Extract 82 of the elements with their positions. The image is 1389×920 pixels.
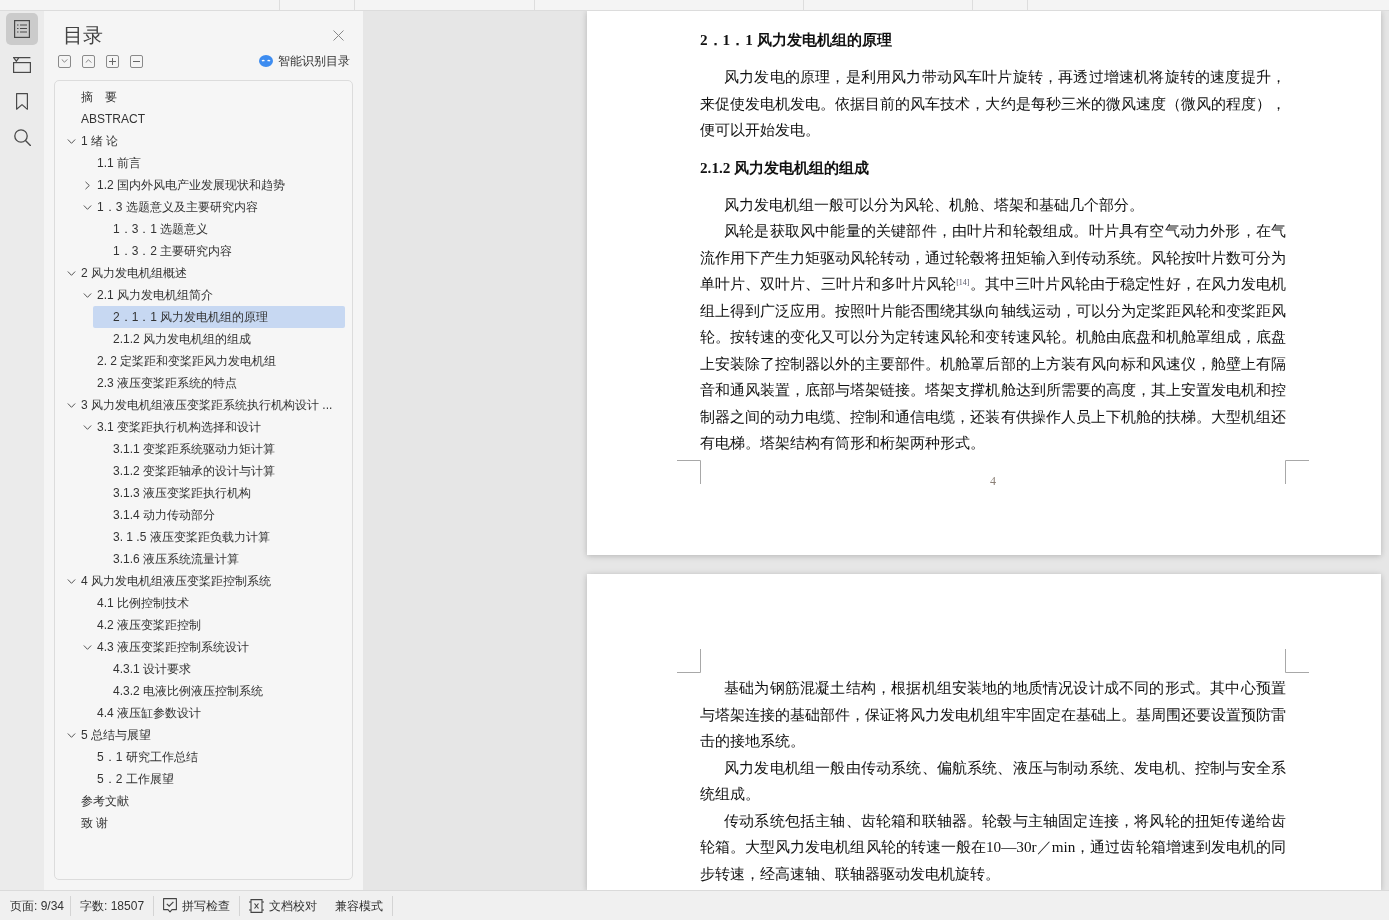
- toc-item[interactable]: 2.1 风力发电机组简介: [77, 284, 345, 306]
- toc-item[interactable]: 4.1 比例控制技术: [77, 592, 345, 614]
- toc-item[interactable]: 3.1.1 变桨距系统驱动力矩计算: [93, 438, 345, 460]
- corner-mark-icon: [1285, 460, 1309, 484]
- body-paragraph: 风力发电的原理，是利用风力带动风车叶片旋转，再透过增速机将旋转的速度提升，来促使发电机发电。依据目前的风车技术，大约是每秒三米的微风速度（微风的程度），便可以开始发电。: [700, 67, 1286, 140]
- toolbar-button[interactable]: [58, 54, 71, 68]
- corner-mark-icon: [1285, 649, 1309, 673]
- plus-icon: [109, 57, 116, 65]
- panel-title: 目录: [63, 23, 103, 47]
- toc-item[interactable]: 4.2 液压变桨距控制: [77, 614, 345, 636]
- body-paragraph: 风轮是获取风中能量的关键部件，由叶片和轮毂组成。叶片具有空气动力外形，在气流作用下产生力矩驱动风轮转动，通过轮毂将扭矩输入到传动系统。风轮按叶片数可分为单叶片、双叶片、三叶片和多叶片风轮$^{[14]}$。其中三叶片风轮由于稳定性好，在风力发电机组上得到广泛应用。按照叶片能否围绕其纵向轴线运动，可以分为定桨距风轮和变桨距风轮。按转速的变化又可以分为定转速风轮和变转速风轮。机舱由底盘和机舱罩组成，底盘上安装除了控制器以外的主要部件。机舱罩后部的上方装有风向标和风速仪，舱壁上有隔音和通风装置，底部与塔架链接。塔架支撑机舱达到所需要的高度，其上安置发电机和控制器之间的动力电缆、控制和通信电缆，还装有供操作人员上下机舱的扶梯。大型机组还有电梯。塔架结构有筒形和桁架两种形式。: [700, 221, 1286, 453]
- toc-item[interactable]: 3.1.3 液压变桨距执行机构: [93, 482, 345, 504]
- chevron-right-icon[interactable]: [84, 180, 90, 190]
- body-paragraph: 风力发电机组一般可以分为风轮、机舱、塔架和基础几个部分。: [723, 194, 1145, 215]
- toc-item[interactable]: 4.3 液压变桨距控制系统设计: [77, 636, 345, 658]
- toc-item[interactable]: 1.1 前言: [77, 152, 345, 174]
- body-paragraph: 基础为钢筋混凝土结构，根据机组安装地的地质情况设计成不同的形式。其中心预置与塔架连接的基础部件，保证将风力发电机组牢牢固定在基础上。基周围还要设置预防雷击的接地系统。: [700, 678, 1286, 751]
- section-heading: 2.1.2 风力发电机组的组成: [700, 157, 871, 178]
- body-paragraph: 风力发电机组一般由传动系统、偏航系统、液压与制动系统、发电机、控制与安全系统组成。: [700, 757, 1286, 804]
- toc-item[interactable]: 3. 1 .5 液压变桨距负载力计算: [93, 526, 345, 548]
- toc-item[interactable]: 3.1 变桨距执行机构选择和设计: [77, 416, 345, 438]
- toc-item[interactable]: 4.3.2 电液比例液压控制系统: [93, 680, 345, 702]
- chevron-down-icon[interactable]: [66, 402, 76, 408]
- minus-icon: [133, 60, 140, 62]
- close-icon: [332, 29, 344, 41]
- toc-item[interactable]: 3 风力发电机组液压变桨距系统执行机构设计 ...: [61, 394, 345, 416]
- sidebar-tab[interactable]: [6, 13, 38, 45]
- status-bar-button[interactable]: 文档校对: [240, 892, 327, 919]
- toc-item[interactable]: ABSTRACT: [61, 108, 345, 130]
- toc-item[interactable]: 2 风力发电机组概述: [61, 262, 345, 284]
- toc-item[interactable]: 1．3 选题意义及主要研究内容: [77, 196, 345, 218]
- toc-item[interactable]: 5．2 工作展望: [77, 768, 345, 790]
- toc-item[interactable]: 2. 2 定桨距和变桨距风力发电机组: [77, 350, 345, 372]
- toc-item[interactable]: 1．3．1 选题意义: [93, 218, 345, 240]
- status-bar-button[interactable]: 兼容模式: [326, 892, 393, 919]
- chevron-down-icon[interactable]: [66, 138, 76, 144]
- chevron-down-icon[interactable]: [82, 424, 92, 430]
- x-box-icon: [249, 898, 265, 913]
- corner-mark-icon: [677, 649, 701, 673]
- toolbar-button[interactable]: [106, 54, 119, 68]
- toc-item[interactable]: 参考文献: [61, 790, 345, 812]
- smart-toc-button[interactable]: 智能识别目录: [259, 52, 350, 70]
- bookmark-icon: [16, 92, 28, 110]
- toc-item[interactable]: 2.3 液压变桨距系统的特点: [77, 372, 345, 394]
- chevron-down-icon[interactable]: [66, 732, 76, 738]
- toc-item[interactable]: 4.3.1 设计要求: [93, 658, 345, 680]
- toc-item[interactable]: 2．1．1 风力发电机组的原理: [93, 306, 345, 328]
- page-indicator: 页面: 9/34: [9, 897, 66, 915]
- toc-item[interactable]: 1.2 国内外风电产业发展现状和趋势: [77, 174, 345, 196]
- chevron-up-icon: [85, 59, 92, 63]
- mascot-icon: [259, 55, 273, 67]
- chevron-down-icon: [61, 59, 68, 63]
- chevron-down-icon[interactable]: [82, 204, 92, 210]
- page-number: 4: [990, 474, 996, 488]
- status-bar-button[interactable]: 拼写检查: [154, 892, 240, 919]
- section-heading: 2．1．1 风力发电机组的原理: [700, 30, 893, 50]
- word-count: 字数: 18507: [79, 897, 146, 915]
- corner-mark-icon: [677, 460, 701, 484]
- toc-item[interactable]: 摘 要: [61, 86, 345, 108]
- toc-item[interactable]: 1．3．2 主要研究内容: [93, 240, 345, 262]
- folder-icon: [13, 57, 31, 73]
- search-icon: [13, 128, 31, 146]
- check-box-icon: [163, 898, 178, 913]
- toc-item[interactable]: 致 谢: [61, 812, 345, 834]
- chevron-down-icon[interactable]: [82, 292, 92, 298]
- toc-item[interactable]: 3.1.6 液压系统流量计算: [93, 548, 345, 570]
- document-list-icon: [14, 20, 30, 38]
- toc-item[interactable]: 3.1.2 变桨距轴承的设计与计算: [93, 460, 345, 482]
- toc-item[interactable]: 1 绪 论: [61, 130, 345, 152]
- toc-item[interactable]: 3.1.4 动力传动部分: [93, 504, 345, 526]
- close-button[interactable]: [331, 28, 345, 42]
- chevron-down-icon[interactable]: [66, 270, 76, 276]
- toc-item[interactable]: 4.4 液压缸参数设计: [77, 702, 345, 724]
- toc-item[interactable]: 4 风力发电机组液压变桨距控制系统: [61, 570, 345, 592]
- chevron-down-icon[interactable]: [66, 578, 76, 584]
- toolbar-button[interactable]: [130, 54, 143, 68]
- toc-item[interactable]: 5 总结与展望: [61, 724, 345, 746]
- body-paragraph: 传动系统包括主轴、齿轮箱和联轴器。轮毂与主轴固定连接，将风轮的扭矩传递给齿轮箱。大型风力发电机组风轮的转速一般在10—30r／min，通过齿轮箱增速到发电机的同步转速，经高速轴、联轴器驱动发电机旋转。: [700, 810, 1286, 884]
- toolbar-button[interactable]: [82, 54, 95, 68]
- toc-item[interactable]: 2.1.2 风力发电机组的组成: [93, 328, 345, 350]
- toc-item[interactable]: 5．1 研究工作总结: [77, 746, 345, 768]
- chevron-down-icon[interactable]: [82, 644, 92, 650]
